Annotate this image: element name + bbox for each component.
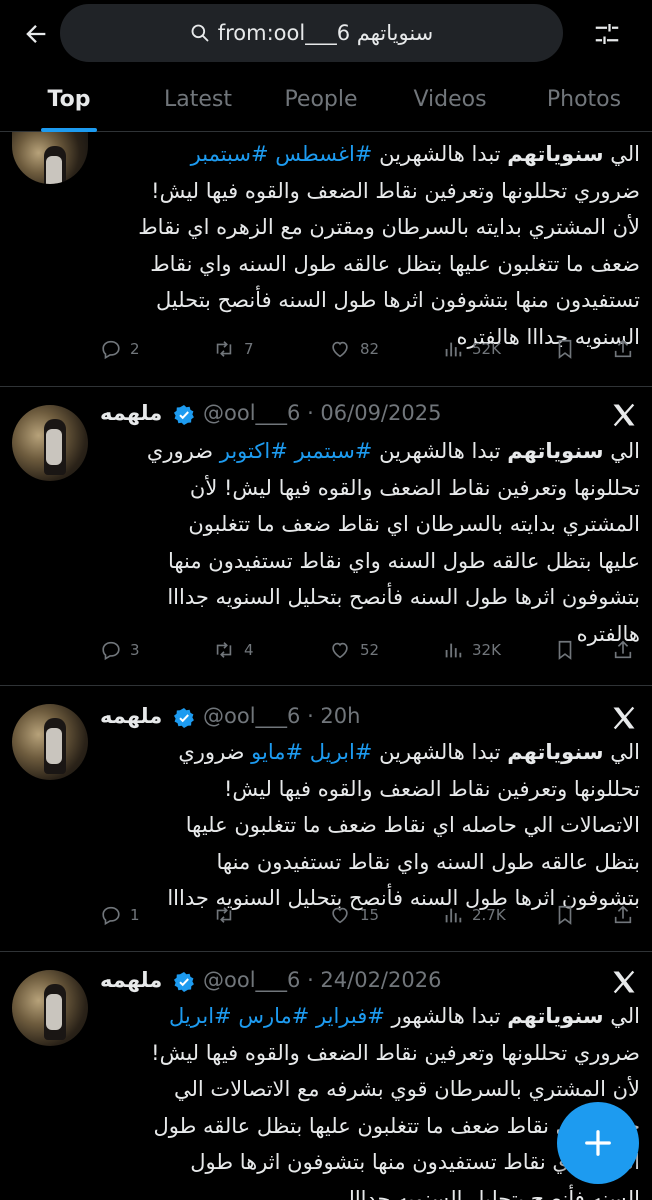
bookmark-button[interactable] [554,639,576,661]
compose-button[interactable] [557,1102,639,1184]
display-name[interactable]: ملهمه [100,401,162,425]
arrow-left-icon [26,25,46,43]
tweet-text: الي سنوياتهم تبدا هالشهرين #اغسطس #سبتمب… [138,142,640,349]
hashtag-link[interactable]: #ابريل #مايو [251,740,372,764]
heart-icon [332,907,348,924]
reply-button[interactable]: 1 [100,904,140,926]
tweet-header: ملهمه @ool___6 · 20h [0,700,652,736]
share-button[interactable] [612,904,634,926]
repost-count: 4 [244,641,254,659]
views-count: 32K [472,641,501,659]
hashtag-link[interactable]: #سبتمبر #اكتوبر [220,439,373,463]
tweet-actions: 3 4 52 32K [100,639,640,669]
like-button[interactable]: 82 [328,338,379,360]
x-logo-icon [613,970,635,994]
top-bar: from:ool___6 سنوياتهم [0,0,652,66]
reply-count: 2 [130,340,140,358]
like-button[interactable]: 52 [328,639,379,661]
search-query: from:ool___6 سنوياتهم [217,21,434,45]
share-icon [614,339,632,358]
heart-icon [332,642,348,659]
verified-badge-icon [174,405,194,425]
search-filter-button[interactable] [585,14,629,54]
tweet-text: الي سنوياتهم تبدا هالشهرين #سبتمبر #اكتو… [146,439,640,646]
display-name[interactable]: ملهمه [100,704,162,728]
like-count: 82 [360,340,380,358]
views-button[interactable]: 2.7K [442,904,506,926]
share-button[interactable] [612,639,634,661]
tab-latest[interactable]: Latest [138,66,258,132]
views-button[interactable]: 52K [442,338,501,360]
handle-and-date: @ool___6 · 20h [203,704,361,728]
back-button[interactable] [14,14,58,54]
share-icon [614,905,632,924]
heart-icon [332,341,348,358]
like-button[interactable]: 15 [328,904,379,926]
tab-top[interactable]: Top [0,66,138,132]
views-icon [445,643,462,658]
repost-icon [216,341,232,357]
handle-and-date: @ool___6 · 24/02/2026 [203,968,442,992]
repost-button[interactable]: 4 [212,639,254,661]
repost-icon [216,907,232,923]
tweet-text: الي سنوياتهم تبدا هالشهور #فبراير #مارس … [151,1004,640,1200]
bookmark-button[interactable] [554,904,576,926]
tweet[interactable]: الي سنوياتهم تبدا هالشهرين #اغسطس #سبتمب… [0,132,652,387]
views-icon [445,342,462,357]
tab-videos[interactable]: Videos [384,66,516,132]
bookmark-button[interactable] [554,338,576,360]
reply-button[interactable]: 3 [100,639,140,661]
tweet-text: الي سنوياتهم تبدا هالشهرين #ابريل #مايو … [167,740,640,910]
views-button[interactable]: 32K [442,639,501,661]
reply-count: 1 [130,906,140,924]
tweet-header: ملهمه @ool___6 · 24/02/2026 [0,964,652,1000]
verified-badge-icon [174,972,194,992]
verified-badge-icon [174,708,194,728]
repost-button[interactable] [212,904,244,926]
like-count: 15 [360,906,380,924]
tweet-actions: 2 7 82 52K [100,338,640,368]
handle-and-date: @ool___6 · 06/09/2025 [203,401,442,425]
sliders-icon [595,24,619,44]
bookmark-icon [558,640,572,660]
tweet-actions: 1 15 2.7K [100,904,640,934]
display-name[interactable]: ملهمه [100,968,162,992]
reply-icon [102,906,120,926]
repost-count: 7 [244,340,254,358]
avatar[interactable] [12,132,88,184]
reply-icon [102,340,120,360]
reply-button[interactable]: 2 [100,338,140,360]
hashtag-link[interactable]: #اغسطس #سبتمبر [191,142,373,166]
tweet[interactable]: ملهمه @ool___6 · 24/02/2026 الي سنوياتهم… [0,952,652,1200]
tweet[interactable]: ملهمه @ool___6 · 20h الي سنوياتهم تبدا ه… [0,686,652,952]
reply-icon [102,641,120,661]
share-icon [614,640,632,659]
share-button[interactable] [612,338,634,360]
repost-icon [216,642,232,658]
x-logo-icon [613,403,635,427]
views-count: 52K [472,340,501,358]
tab-photos[interactable]: Photos [516,66,652,132]
tweet[interactable]: ملهمه @ool___6 · 06/09/2025 الي سنوياتهم… [0,387,652,686]
views-icon [445,908,462,923]
bookmark-icon [558,905,572,925]
tweet-header: ملهمه @ool___6 · 06/09/2025 [0,397,652,433]
hashtag-link[interactable]: #فبراير #مارس #ابريل [169,1004,385,1028]
search-input[interactable]: from:ool___6 سنوياتهم [60,4,563,62]
repost-button[interactable]: 7 [212,338,254,360]
search-tabs: Top Latest People Videos Photos [0,66,652,132]
reply-count: 3 [130,641,140,659]
like-count: 52 [360,641,380,659]
x-logo-icon [613,706,635,730]
plus-icon [585,1130,611,1156]
bookmark-icon [558,339,572,359]
search-icon [191,24,209,42]
tab-people[interactable]: People [258,66,384,132]
views-count: 2.7K [472,906,506,924]
